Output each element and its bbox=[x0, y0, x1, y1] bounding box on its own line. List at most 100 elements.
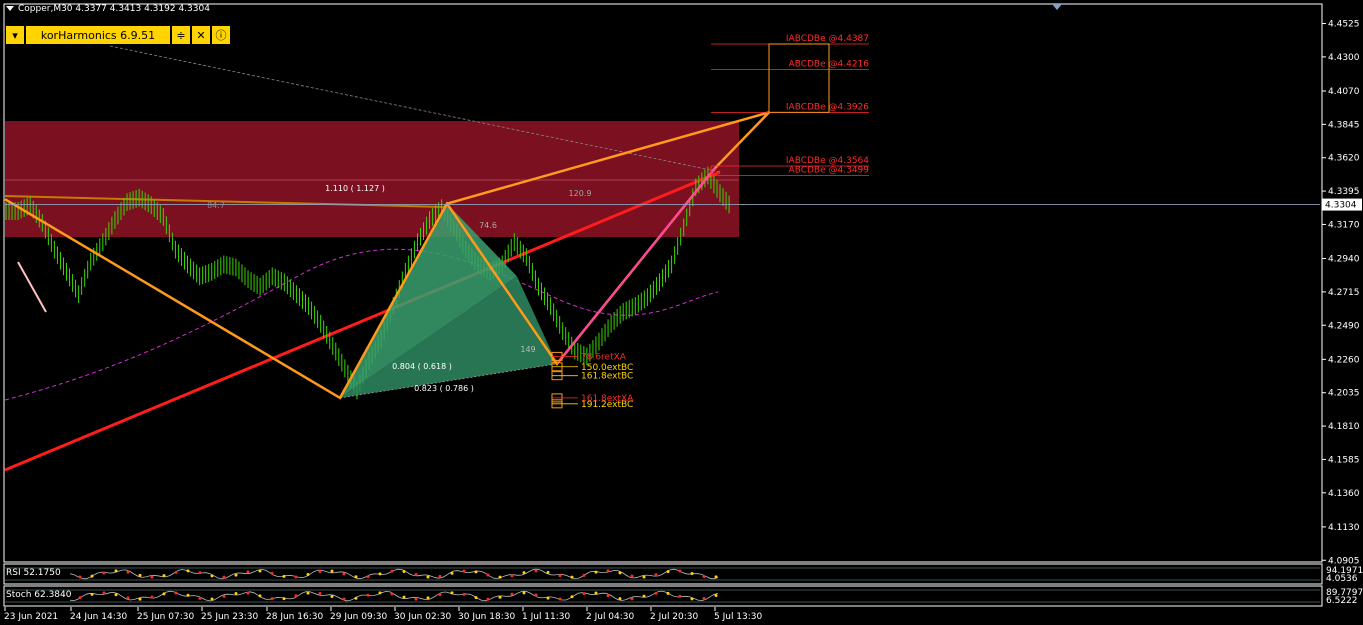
stoch-label: Stoch 62.3840 bbox=[6, 590, 72, 600]
stoch-line-dot bbox=[90, 592, 94, 596]
rsi-line-dot bbox=[138, 573, 142, 577]
rsi-line-dot bbox=[570, 575, 574, 579]
stoch-line-dot bbox=[150, 595, 154, 599]
ratio-label: 120.9 bbox=[569, 189, 592, 198]
rsi-line-dot bbox=[594, 570, 598, 574]
stoch-line-dot bbox=[558, 597, 562, 601]
stoch-line-dot bbox=[258, 594, 262, 598]
stoch-tick-label: 6.5222 bbox=[1326, 596, 1358, 606]
info-icon[interactable]: ⓘ bbox=[212, 26, 230, 44]
stoch-line-dot bbox=[546, 596, 550, 600]
rsi-line-dot bbox=[150, 575, 154, 579]
rsi-line-dot bbox=[486, 573, 490, 577]
extension-label: 78.6retXA bbox=[581, 352, 627, 362]
stoch-line-dot bbox=[378, 591, 382, 595]
x-tick-label: 2 Jul 04:30 bbox=[586, 612, 635, 622]
ratio-label: 0.823 ( 0.786 ) bbox=[414, 384, 474, 393]
rsi-line-dot bbox=[618, 571, 622, 575]
stoch-line-dot bbox=[534, 593, 538, 597]
y-tick-label: 4.1360 bbox=[1328, 489, 1360, 499]
stoch-line-dot bbox=[618, 597, 622, 601]
target-level-label: IABCDBe @4.3564 bbox=[786, 156, 869, 166]
stoch-line-dot bbox=[114, 593, 118, 597]
rsi-line-dot bbox=[90, 574, 94, 578]
stoch-line-dot bbox=[174, 591, 178, 595]
rsi-line-dot bbox=[450, 571, 454, 575]
rsi-line-dot bbox=[102, 571, 106, 575]
stoch-line-dot bbox=[78, 596, 82, 600]
rsi-line-dot bbox=[522, 571, 526, 575]
y-tick-label: 4.1130 bbox=[1328, 523, 1360, 533]
stoch-line-dot bbox=[654, 591, 658, 595]
x-tick-label: 30 Jun 18:30 bbox=[458, 612, 515, 622]
stoch-line-dot bbox=[138, 597, 142, 601]
rsi-line-dot bbox=[306, 572, 310, 576]
stoch-line-dot bbox=[186, 593, 190, 597]
chevron-down-icon[interactable] bbox=[6, 6, 14, 11]
stoch-line-dot bbox=[450, 591, 454, 595]
price-chart[interactable]: 1.110 ( 1.127 ) 120.9 74.6 0.804 ( 0.618 ) 0… bbox=[0, 0, 1363, 625]
ratio-label: 74.6 bbox=[479, 221, 497, 230]
y-tick-label: 4.3395 bbox=[1328, 187, 1360, 197]
ratio-label: 149 bbox=[520, 345, 535, 354]
y-tick-label: 4.0905 bbox=[1328, 556, 1360, 566]
x-tick-label: 2 Jul 20:30 bbox=[650, 612, 699, 622]
y-tick-label: 4.2940 bbox=[1328, 255, 1360, 265]
rsi-line-dot bbox=[678, 569, 682, 573]
rsi-line-dot bbox=[462, 569, 466, 573]
rsi-line-dot bbox=[258, 569, 262, 573]
stoch-line-dot bbox=[438, 593, 442, 597]
stoch-line-dot bbox=[198, 596, 202, 600]
rsi-line-dot bbox=[654, 573, 658, 577]
target-level-label: IABCDBe @4.4387 bbox=[786, 34, 869, 44]
stoch-line-dot bbox=[522, 591, 526, 595]
ratio-label: 1.110 ( 1.127 ) bbox=[325, 184, 385, 193]
extension-label: 191.2extBC bbox=[581, 400, 633, 410]
x-tick-label: 25 Jun 07:30 bbox=[137, 612, 194, 622]
stoch-line-dot bbox=[474, 596, 478, 600]
rsi-line-dot bbox=[318, 569, 322, 573]
rsi-line-dot bbox=[642, 575, 646, 579]
rsi-line-dot bbox=[390, 569, 394, 573]
stoch-line-dot bbox=[414, 597, 418, 601]
rsi-line-dot bbox=[186, 569, 190, 573]
rsi-line-dot bbox=[246, 570, 250, 574]
rsi-line-dot bbox=[414, 572, 418, 576]
x-tick-label: 1 Jul 11:30 bbox=[522, 612, 571, 622]
rsi-line-dot bbox=[402, 569, 406, 573]
indicator-name[interactable]: korHarmonics 6.9.51 bbox=[26, 26, 170, 44]
rsi-line-dot bbox=[78, 575, 82, 579]
rsi-line-dot bbox=[546, 570, 550, 574]
sliders-icon[interactable]: ≑ bbox=[172, 26, 190, 44]
rsi-line-dot bbox=[114, 569, 118, 573]
rsi-line-dot bbox=[426, 575, 430, 579]
y-tick-label: 4.2715 bbox=[1328, 288, 1360, 298]
ratio-label: 84.7 bbox=[207, 201, 225, 210]
x-tick-label: 24 Jun 14:30 bbox=[70, 612, 127, 622]
stoch-line-dot bbox=[426, 596, 430, 600]
stoch-line-dot bbox=[162, 592, 166, 596]
chevron-down-icon[interactable]: ▾ bbox=[6, 26, 24, 44]
y-tick-label: 4.1810 bbox=[1328, 422, 1360, 432]
stoch-line-dot bbox=[702, 596, 706, 600]
stoch-line-dot bbox=[606, 594, 610, 598]
rsi-line-dot bbox=[690, 572, 694, 576]
x-tick-label: 28 Jun 16:30 bbox=[266, 612, 323, 622]
target-level-label: ABCDBe @4.3499 bbox=[789, 166, 870, 176]
y-tick-label: 4.4525 bbox=[1328, 20, 1360, 30]
rsi-line-dot bbox=[198, 571, 202, 575]
symbol-line: Copper,M30 4.3377 4.3413 4.3192 4.3304 bbox=[18, 4, 210, 14]
rsi-line-dot bbox=[294, 575, 298, 579]
tools-icon[interactable]: ✕ bbox=[192, 26, 210, 44]
stoch-line-dot bbox=[510, 592, 514, 596]
stoch-line-dot bbox=[246, 591, 250, 595]
rsi-line-dot bbox=[510, 574, 514, 578]
stoch-line-dot bbox=[210, 597, 214, 601]
stoch-line-dot bbox=[234, 591, 238, 595]
y-tick-label: 4.3620 bbox=[1328, 154, 1360, 164]
stoch-line-dot bbox=[678, 594, 682, 598]
y-tick-label: 4.4070 bbox=[1328, 87, 1360, 97]
stoch-line-dot bbox=[690, 597, 694, 601]
stoch-line-dot bbox=[342, 597, 346, 601]
ratio-label: 0.804 ( 0.618 ) bbox=[392, 362, 452, 371]
